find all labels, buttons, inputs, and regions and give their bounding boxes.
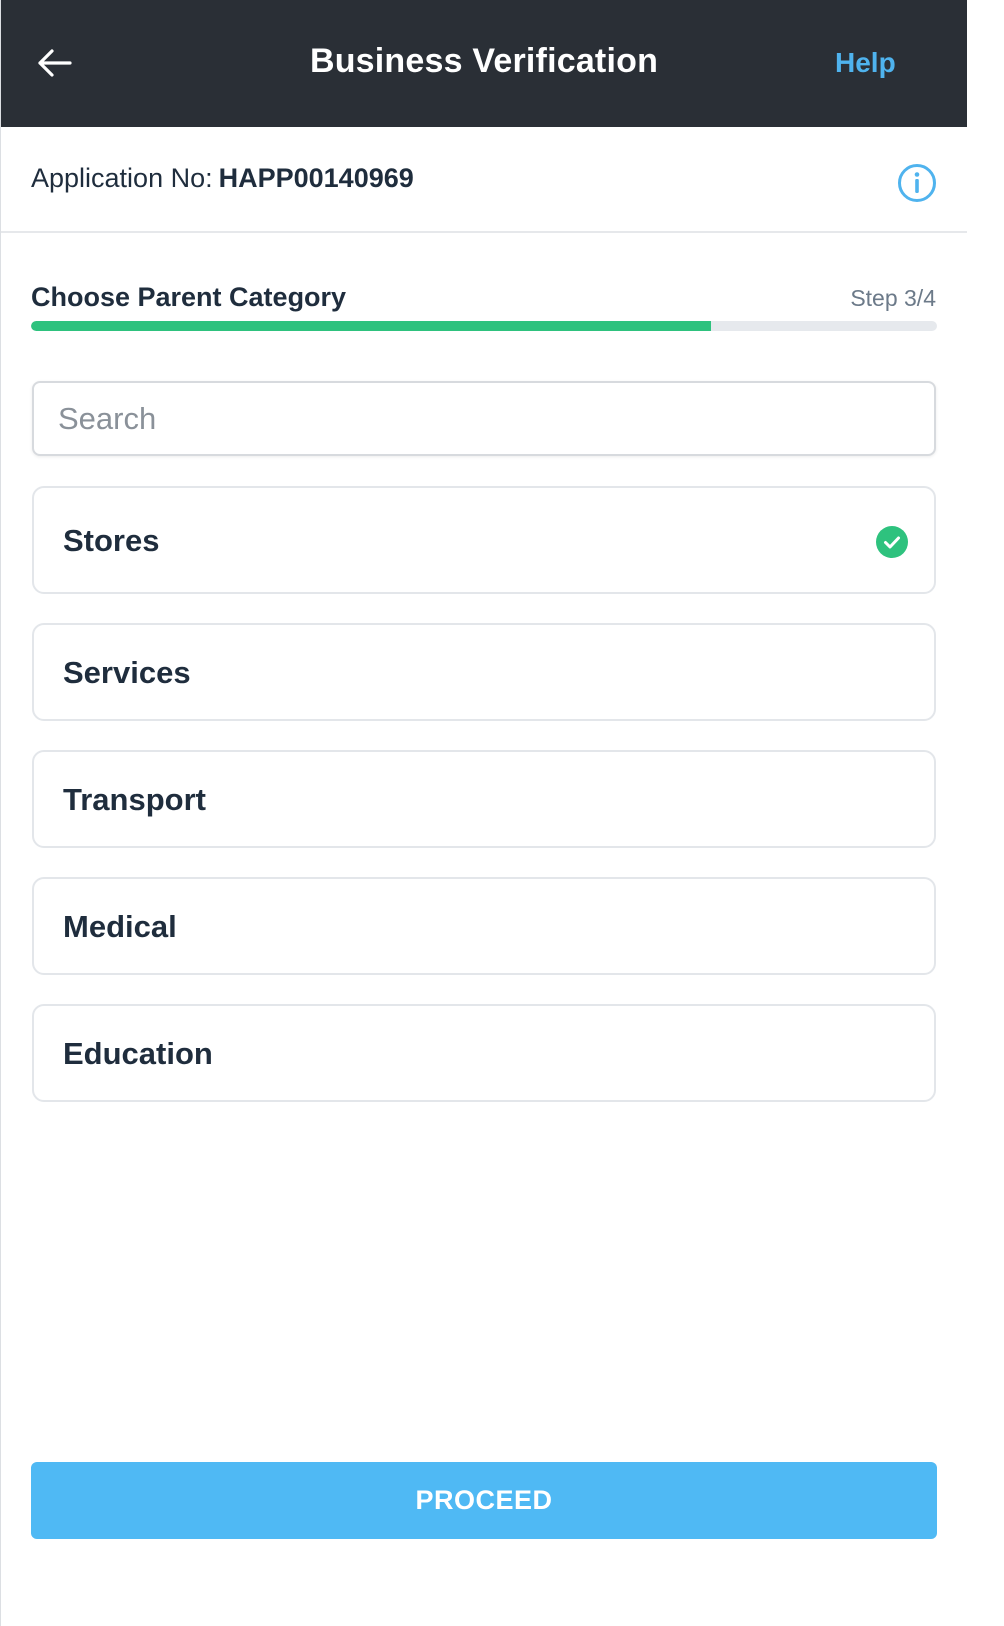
top-bar: Business Verification Help [1,0,967,127]
step-progress-fill [31,321,711,331]
category-label: Services [63,655,191,690]
search-input[interactable] [32,381,936,456]
category-item-education[interactable]: Education [32,1004,936,1102]
application-row: Application No: HAPP00140969 [1,127,967,233]
step-counter: Step 3/4 [850,285,936,311]
category-item-medical[interactable]: Medical [32,877,936,975]
category-item-stores[interactable]: Stores [32,486,936,594]
proceed-button[interactable]: PROCEED [31,1462,937,1539]
category-label: Transport [63,782,206,817]
application-number-text: Application No: HAPP00140969 [31,163,414,194]
page-title: Business Verification [309,42,659,80]
category-label: Education [63,1036,213,1071]
application-number-label: Application No: [31,163,213,193]
category-item-services[interactable]: Services [32,623,936,721]
business-verification-screen: Business Verification Help Application N… [0,0,967,1626]
application-number-value: HAPP00140969 [218,163,414,193]
step-progress-bar [31,321,937,331]
category-label: Medical [63,909,177,944]
category-item-transport[interactable]: Transport [32,750,936,848]
category-label: Stores [63,523,160,558]
check-circle-icon [876,526,908,558]
info-icon[interactable] [897,163,937,203]
step-title: Choose Parent Category [31,282,347,312]
help-link[interactable]: Help [835,47,896,79]
